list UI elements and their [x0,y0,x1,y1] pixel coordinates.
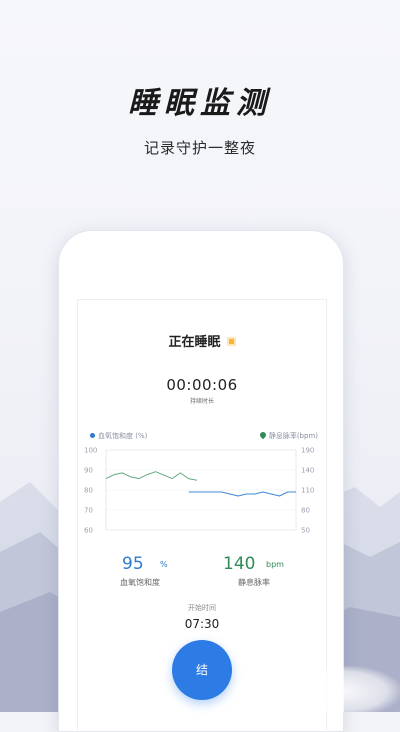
duration-timer: 00:00:06 [166,376,238,394]
spo2-unit: % [160,560,168,569]
legend-pulse: 静息脉率(bpm) [258,430,318,441]
start-time-label: 开始时间 [188,604,216,612]
legend-spo2-label: 血氧饱和度 (%) [98,432,148,440]
sleep-monitor-screen: 正在睡眠 00:00:06 持续时长 血氧饱和度 (%) 静息脉率(bpm) 1… [77,299,327,730]
watermark-glow [300,666,400,712]
chart-left-tick-label: 80 [84,487,93,495]
promo-subline: 记录守护一整夜 [143,139,256,157]
status-title: 正在睡眠 [78,331,326,350]
status-title-text: 正在睡眠 [168,335,221,350]
legend-spo2: 血氧饱和度 (%) [90,431,147,441]
chart-right-tick-label: 190 [301,447,314,455]
spo2-dot-icon [90,433,95,438]
pulse-series-line [105,471,198,481]
spo2-label: 血氧饱和度 [120,578,160,587]
chart-right-tick-label: 80 [301,507,310,515]
pulse-label: 静息脉率 [238,578,270,587]
chart-left-tick-label: 60 [84,527,93,535]
chart-left-tick-label: 90 [84,467,93,475]
chart-right-tick-label: 110 [301,487,314,495]
promo-headline: 睡眠监测 [128,86,272,121]
sleep-chart: 100 90 80 70 60 190 140 110 80 50 [84,447,314,535]
duration-label: 持续时长 [189,398,214,405]
chart-left-tick-label: 70 [84,507,93,515]
chart-right-tick-label: 140 [301,467,314,475]
spo2-series-line [188,491,296,497]
spo2-value: 95 [122,554,144,574]
pulse-value: 140 [223,554,256,574]
heart-icon [258,430,268,440]
chart-left-tick-label: 100 [84,447,97,455]
moon-badge-icon [226,337,236,346]
pulse-unit: bpm [266,560,284,569]
chart-right-tick-label: 50 [301,527,310,535]
phone-mockup: 正在睡眠 00:00:06 持续时长 血氧饱和度 (%) 静息脉率(bpm) 1… [58,230,344,732]
legend-pulse-label: 静息脉率(bpm) [268,432,318,440]
start-time-value: 07:30 [184,617,220,631]
end-sleep-button[interactable]: 结 [172,640,232,700]
